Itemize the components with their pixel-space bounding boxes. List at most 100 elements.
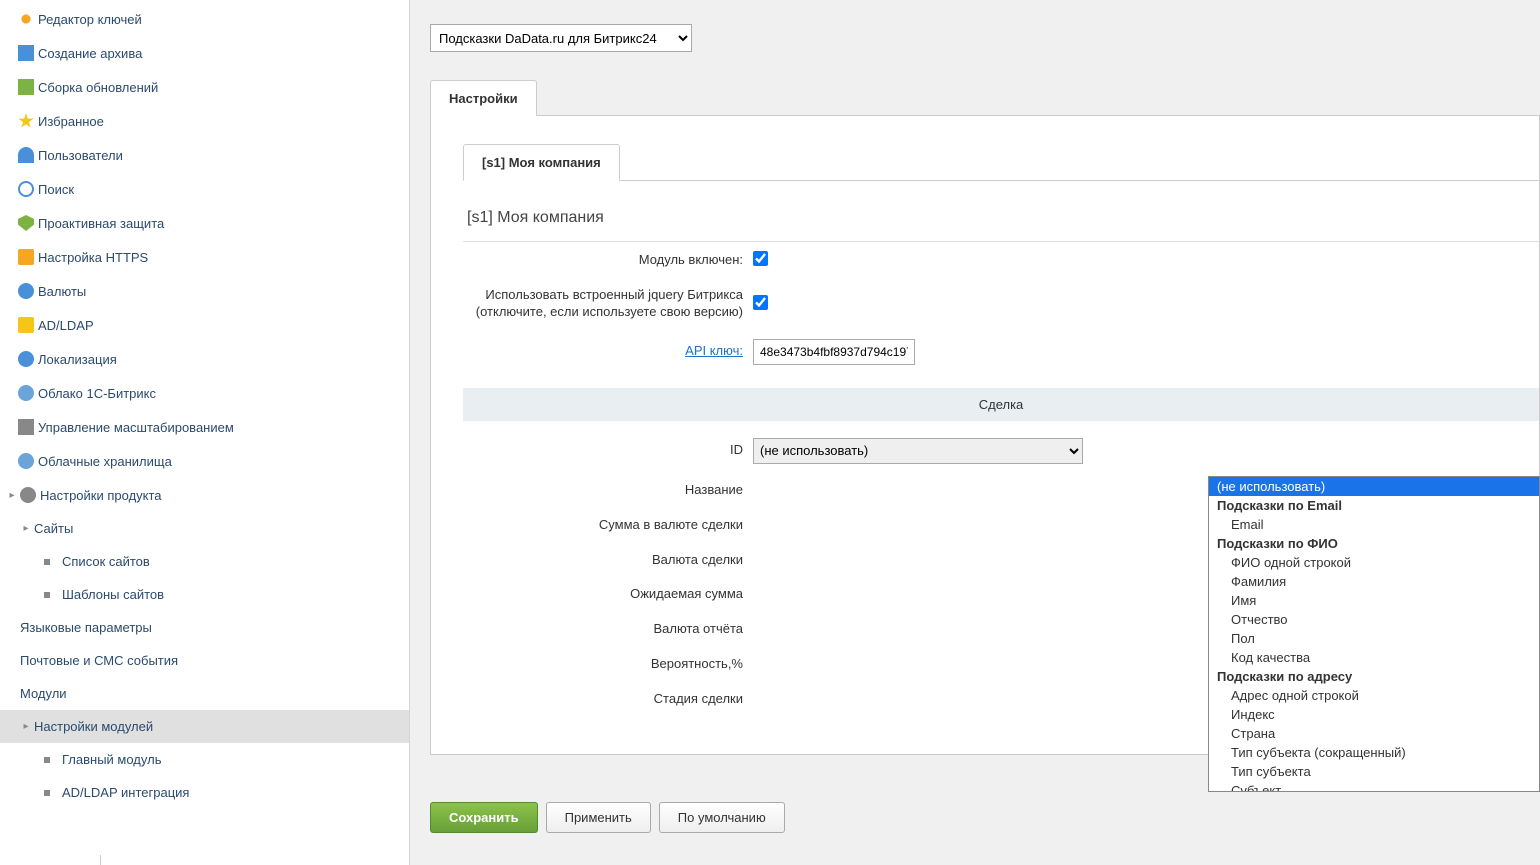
sidebar-item-label: Валюты	[38, 284, 86, 299]
sidebar-item[interactable]: Редактор ключей	[0, 2, 409, 36]
bullet-icon	[44, 559, 50, 565]
option-patronymic[interactable]: Отчество	[1209, 610, 1539, 629]
input-api-key[interactable]	[753, 339, 915, 365]
sidebar-item-label: Облачные хранилища	[38, 454, 172, 469]
default-button[interactable]: По умолчанию	[659, 802, 785, 833]
label-api-key: API ключ:	[463, 343, 753, 360]
icon-currency	[18, 283, 34, 299]
sidebar-item[interactable]: Языковые параметры	[0, 611, 409, 644]
sidebar-item[interactable]: Главный модуль	[0, 743, 409, 776]
sidebar-item-label: Сборка обновлений	[38, 80, 158, 95]
sidebar-item[interactable]: Управление масштабированием	[0, 410, 409, 444]
sidebar-item[interactable]: Список сайтов	[0, 545, 409, 578]
icon-green	[18, 79, 34, 95]
label-sum: Сумма в валюте сделки	[463, 517, 753, 534]
sidebar-item[interactable]: Шаблоны сайтов	[0, 578, 409, 611]
icon-blue	[18, 45, 34, 61]
label-currency: Валюта сделки	[463, 552, 753, 569]
checkbox-jquery[interactable]	[753, 295, 768, 310]
option-email[interactable]: Email	[1209, 515, 1539, 534]
label-name: Название	[463, 482, 753, 499]
sidebar-item[interactable]: ▸Настройки модулей	[0, 710, 409, 743]
sidebar-item[interactable]: Почтовые и СМС события	[0, 644, 409, 677]
dropdown-options: (не использовать) Подсказки по Email Ema…	[1208, 476, 1540, 792]
icon-orange	[18, 11, 34, 27]
api-key-link[interactable]: API ключ:	[685, 343, 743, 358]
option-none[interactable]: (не использовать)	[1209, 477, 1539, 496]
label-stage: Стадия сделки	[463, 691, 753, 708]
sidebar-item[interactable]: ▸ Настройки продукта	[0, 478, 409, 512]
sidebar-item-label: Список сайтов	[62, 554, 150, 569]
icon-shield	[18, 215, 34, 231]
section-deal: Сделка	[463, 388, 1539, 421]
sidebar-item[interactable]: AD/LDAP интеграция	[0, 776, 409, 809]
footer-buttons: Сохранить Применить По умолчанию	[430, 790, 785, 845]
option-fio-line[interactable]: ФИО одной строкой	[1209, 553, 1539, 572]
option-name[interactable]: Имя	[1209, 591, 1539, 610]
option-region[interactable]: Субъект	[1209, 781, 1539, 791]
select-id[interactable]: (не использовать)	[753, 438, 1083, 464]
inner-tab-company[interactable]: [s1] Моя компания	[463, 144, 620, 181]
option-surname[interactable]: Фамилия	[1209, 572, 1539, 591]
option-region-type[interactable]: Тип субъекта	[1209, 762, 1539, 781]
label-expected: Ожидаемая сумма	[463, 586, 753, 603]
option-quality[interactable]: Код качества	[1209, 648, 1539, 667]
bullet-icon	[44, 592, 50, 598]
checkbox-enabled[interactable]	[753, 251, 768, 266]
icon-lock	[18, 249, 34, 265]
icon-grid	[18, 419, 34, 435]
sidebar-item[interactable]: Проактивная защита	[0, 206, 409, 240]
apply-button[interactable]: Применить	[546, 802, 651, 833]
sidebar-item[interactable]: Избранное	[0, 104, 409, 138]
label-probability: Вероятность,%	[463, 656, 753, 673]
label-id: ID	[463, 442, 753, 459]
sidebar-item[interactable]: Локализация	[0, 342, 409, 376]
sidebar-item[interactable]: AD/LDAP	[0, 308, 409, 342]
option-group-fio[interactable]: Подсказки по ФИО	[1209, 534, 1539, 553]
sidebar-item-label: AD/LDAP	[38, 318, 94, 333]
sidebar-item-label: Сайты	[34, 521, 73, 536]
sidebar-item-label: Локализация	[38, 352, 117, 367]
sidebar-item-label: Пользователи	[38, 148, 123, 163]
sidebar-item[interactable]: Облачные хранилища	[0, 444, 409, 478]
option-group-address[interactable]: Подсказки по адресу	[1209, 667, 1539, 686]
option-addr-line[interactable]: Адрес одной строкой	[1209, 686, 1539, 705]
sidebar-item[interactable]: Валюты	[0, 274, 409, 308]
sidebar-item[interactable]: Пользователи	[0, 138, 409, 172]
sidebar-item-label: Настройка HTTPS	[38, 250, 148, 265]
option-gender[interactable]: Пол	[1209, 629, 1539, 648]
sidebar-item-label: Проактивная защита	[38, 216, 164, 231]
bullet-icon	[44, 790, 50, 796]
sidebar-item[interactable]: Облако 1С-Битрикс	[0, 376, 409, 410]
icon-folder	[18, 317, 34, 333]
icon-gear	[20, 487, 36, 503]
icon-search	[18, 181, 34, 197]
sidebar-item-label: Языковые параметры	[20, 620, 152, 635]
icon-star	[18, 113, 34, 129]
sidebar-item-label: Создание архива	[38, 46, 142, 61]
sidebar-item-label: Настройки модулей	[34, 719, 153, 734]
expand-icon: ▸	[20, 721, 32, 732]
sidebar-item-label: Шаблоны сайтов	[62, 587, 164, 602]
tab-settings[interactable]: Настройки	[430, 80, 537, 116]
option-group-email[interactable]: Подсказки по Email	[1209, 496, 1539, 515]
sidebar-item[interactable]: Создание архива	[0, 36, 409, 70]
sidebar-item[interactable]: Сборка обновлений	[0, 70, 409, 104]
icon-user	[18, 147, 34, 163]
sidebar-item[interactable]: Модули	[0, 677, 409, 710]
module-select[interactable]: Подсказки DaData.ru для Битрикс24	[430, 24, 692, 52]
option-country[interactable]: Страна	[1209, 724, 1539, 743]
sidebar-item[interactable]: Настройка HTTPS	[0, 240, 409, 274]
sidebar-item-label: Почтовые и СМС события	[20, 653, 178, 668]
option-region-type-short[interactable]: Тип субъекта (сокращенный)	[1209, 743, 1539, 762]
sidebar-item[interactable]: Поиск	[0, 172, 409, 206]
option-index[interactable]: Индекс	[1209, 705, 1539, 724]
section-title: [s1] Моя компания	[463, 201, 1539, 241]
save-button[interactable]: Сохранить	[430, 802, 538, 833]
icon-cloud	[18, 453, 34, 469]
sidebar-item-label: Настройки продукта	[40, 488, 162, 503]
expand-icon: ▸	[6, 490, 18, 501]
label-jquery: Использовать встроенный jquery Битрикса …	[463, 287, 753, 321]
sidebar-item[interactable]: ▸Сайты	[0, 512, 409, 545]
sidebar-item-label: Модули	[20, 686, 67, 701]
